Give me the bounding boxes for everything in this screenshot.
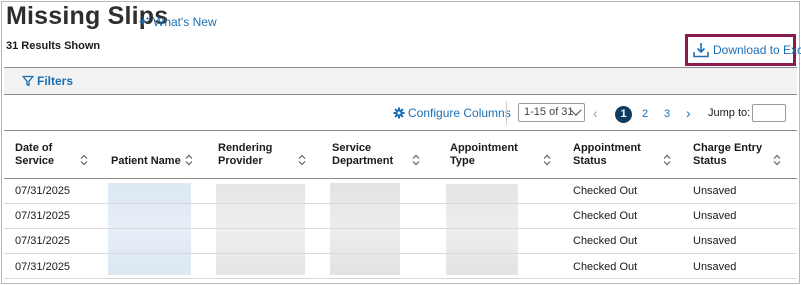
filter-icon: [22, 75, 34, 87]
redacted-providers: [216, 184, 305, 275]
table-cell-appt-status: Checked Out: [573, 261, 638, 273]
row-divider: [4, 203, 797, 204]
filters-label: Filters: [37, 74, 74, 88]
row-divider: [4, 253, 797, 254]
table-cell-date: 07/31/2025: [15, 185, 71, 197]
redacted-departments: [330, 183, 400, 275]
column-header-date[interactable]: Date of Service: [15, 142, 65, 168]
page-button-current[interactable]: 1: [615, 106, 632, 123]
column-header-provider[interactable]: Rendering Provider: [218, 142, 278, 168]
column-header-charge-status[interactable]: Charge Entry Status: [693, 142, 763, 168]
sparkle-icon: [138, 16, 150, 26]
jump-to-label: Jump to:: [708, 107, 751, 119]
table-cell-appt-status: Checked Out: [573, 235, 638, 247]
filter-bar: [4, 67, 797, 95]
table-header-divider: [4, 130, 797, 131]
table-cell-charge-status: Unsaved: [693, 210, 737, 222]
toolbar-divider: [506, 101, 507, 125]
jump-to-input[interactable]: [752, 104, 786, 122]
gear-icon: [393, 107, 405, 119]
sort-icon[interactable]: [185, 154, 193, 166]
column-header-appt-type[interactable]: Appointment Type: [450, 142, 520, 168]
row-divider: [4, 228, 797, 229]
table-cell-charge-status: Unsaved: [693, 261, 737, 273]
table-cell-charge-status: Unsaved: [693, 185, 737, 197]
configure-columns-button[interactable]: Configure Columns: [393, 106, 511, 120]
whats-new-label: What's New: [153, 15, 217, 29]
table-cell-appt-status: Checked Out: [573, 185, 638, 197]
sort-icon[interactable]: [412, 154, 420, 166]
sort-icon[interactable]: [543, 154, 551, 166]
sort-icon[interactable]: [773, 154, 781, 166]
sort-icon[interactable]: [80, 154, 88, 166]
table-cell-date: 07/31/2025: [15, 261, 71, 273]
download-label: Download to Excel: [713, 43, 801, 57]
next-page-icon[interactable]: ›: [686, 106, 691, 120]
redacted-patient-names: [108, 183, 191, 275]
page-button[interactable]: 2: [642, 108, 648, 120]
results-count: 31 Results Shown: [6, 40, 101, 52]
column-header-patient[interactable]: Patient Name: [111, 155, 181, 168]
page-range-select[interactable]: 1-15 of 31: [518, 103, 585, 122]
page-range-value: 1-15 of 31: [524, 106, 574, 118]
whats-new-link[interactable]: What's New: [138, 15, 217, 29]
column-header-appt-status[interactable]: Appointment Status: [573, 142, 643, 168]
row-divider: [4, 278, 797, 279]
redacted-appt-types: [446, 184, 518, 275]
table-cell-charge-status: Unsaved: [693, 235, 737, 247]
column-header-department[interactable]: Service Department: [332, 142, 402, 168]
page-button[interactable]: 3: [664, 108, 670, 120]
sort-icon[interactable]: [663, 154, 671, 166]
header-bottom-divider: [4, 178, 797, 179]
configure-columns-label: Configure Columns: [408, 106, 511, 120]
filters-button[interactable]: Filters: [22, 74, 73, 88]
table-cell-appt-status: Checked Out: [573, 210, 638, 222]
sort-icon[interactable]: [298, 154, 306, 166]
table-cell-date: 07/31/2025: [15, 235, 71, 247]
download-excel-button[interactable]: Download to Excel: [692, 41, 801, 59]
table-cell-date: 07/31/2025: [15, 210, 71, 222]
previous-page-icon[interactable]: ‹: [593, 106, 598, 120]
download-icon: [693, 43, 709, 58]
